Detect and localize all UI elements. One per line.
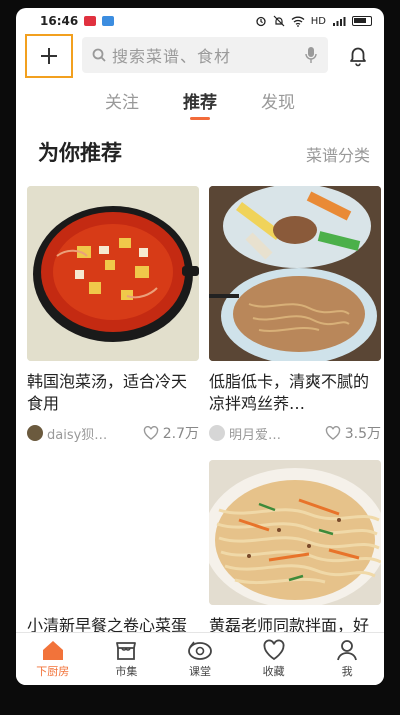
heart-outline-icon: [325, 426, 340, 440]
heart-outline-icon: [143, 426, 158, 440]
like-count[interactable]: 3.5万: [325, 423, 381, 443]
nav-label: 收藏: [262, 665, 285, 678]
author-name: daisy狈…: [47, 427, 108, 443]
market-icon: [116, 642, 137, 660]
author-name: 明月爱…: [229, 427, 282, 443]
nav-label: 课堂: [188, 665, 211, 678]
search-placeholder: 搜索菜谱、食材: [112, 47, 232, 66]
tab-recommend[interactable]: 推荐: [183, 86, 217, 120]
tab-follow[interactable]: 关注: [105, 86, 139, 120]
like-count[interactable]: 2.7万: [143, 423, 199, 443]
mixed-noodles-photo: [209, 460, 381, 605]
author-avatar: [27, 425, 43, 441]
status-icons: HD: [255, 15, 372, 27]
mute-icon: [273, 15, 285, 27]
recipe-category-link[interactable]: 菜谱分类: [306, 142, 370, 166]
recipe-title: 低脂低卡，清爽不腻的凉拌鸡丝荞…: [209, 372, 370, 413]
network-label: HD: [310, 15, 326, 27]
kimchi-soup-photo: [27, 186, 199, 361]
recipe-meta: 明月爱… 3.5万: [209, 423, 381, 443]
nav-label: 下厨房: [36, 665, 70, 678]
bottom-navigation: 下厨房 市集 课堂 收藏 我: [16, 632, 384, 685]
notification-app-icon: [84, 16, 97, 26]
top-bar: 搜索菜谱、食材: [16, 34, 384, 78]
status-time: 16:46: [40, 14, 79, 28]
nav-label: 市集: [115, 665, 138, 678]
plus-icon: [41, 48, 57, 64]
feed-tabs: 关注 推荐 发现: [16, 86, 384, 120]
like-count-text: 2.7万: [162, 426, 199, 442]
notification-app-icon: [102, 16, 115, 26]
add-button[interactable]: [25, 34, 73, 78]
recipe-card[interactable]: 黄磊老师同款拌面，好吃到舔盘: [209, 460, 381, 659]
classroom-icon: [188, 641, 212, 660]
like-count-text: 3.5万: [344, 426, 381, 442]
search-icon: [92, 48, 106, 62]
breakfast-photo: [27, 460, 199, 605]
tab-discover[interactable]: 发现: [261, 86, 295, 120]
nav-profile[interactable]: 我: [310, 633, 384, 685]
nav-label: 我: [341, 665, 353, 678]
search-bar[interactable]: 搜索菜谱、食材: [82, 37, 328, 73]
recipe-card[interactable]: 韩国泡菜汤，适合冷天食用 daisy狈… 2.7万: [27, 186, 199, 443]
nav-favorites[interactable]: 收藏: [237, 633, 311, 685]
recipe-card[interactable]: 小清新早餐之卷心菜蛋饼: [27, 460, 199, 659]
notification-bell-icon[interactable]: [346, 44, 370, 68]
nav-home[interactable]: 下厨房: [16, 633, 90, 685]
app-screen: 16:46 HD 搜索菜谱、食材 关注 推荐 发现 为你推荐 菜谱分类 韩国泡菜…: [16, 8, 384, 685]
chicken-buckwheat-noodles-photo: [209, 186, 381, 361]
battery-icon: [352, 16, 372, 26]
status-bar: 16:46 HD: [16, 8, 384, 34]
wifi-icon: [291, 16, 305, 27]
signal-icon: [333, 16, 346, 26]
nav-classroom[interactable]: 课堂: [163, 633, 237, 685]
alarm-icon: [256, 16, 266, 27]
heart-icon: [263, 639, 285, 661]
nav-market[interactable]: 市集: [90, 633, 164, 685]
home-icon: [42, 641, 63, 660]
recipe-title: 韩国泡菜汤，适合冷天食用: [27, 372, 188, 413]
author-avatar: [209, 425, 225, 441]
recipe-card[interactable]: 低脂低卡，清爽不腻的凉拌鸡丝荞… 明月爱… 3.5万: [209, 186, 381, 443]
profile-icon: [337, 640, 358, 661]
recipe-meta: daisy狈… 2.7万: [27, 423, 199, 443]
section-title: 为你推荐: [38, 141, 122, 165]
microphone-icon[interactable]: [304, 46, 318, 64]
